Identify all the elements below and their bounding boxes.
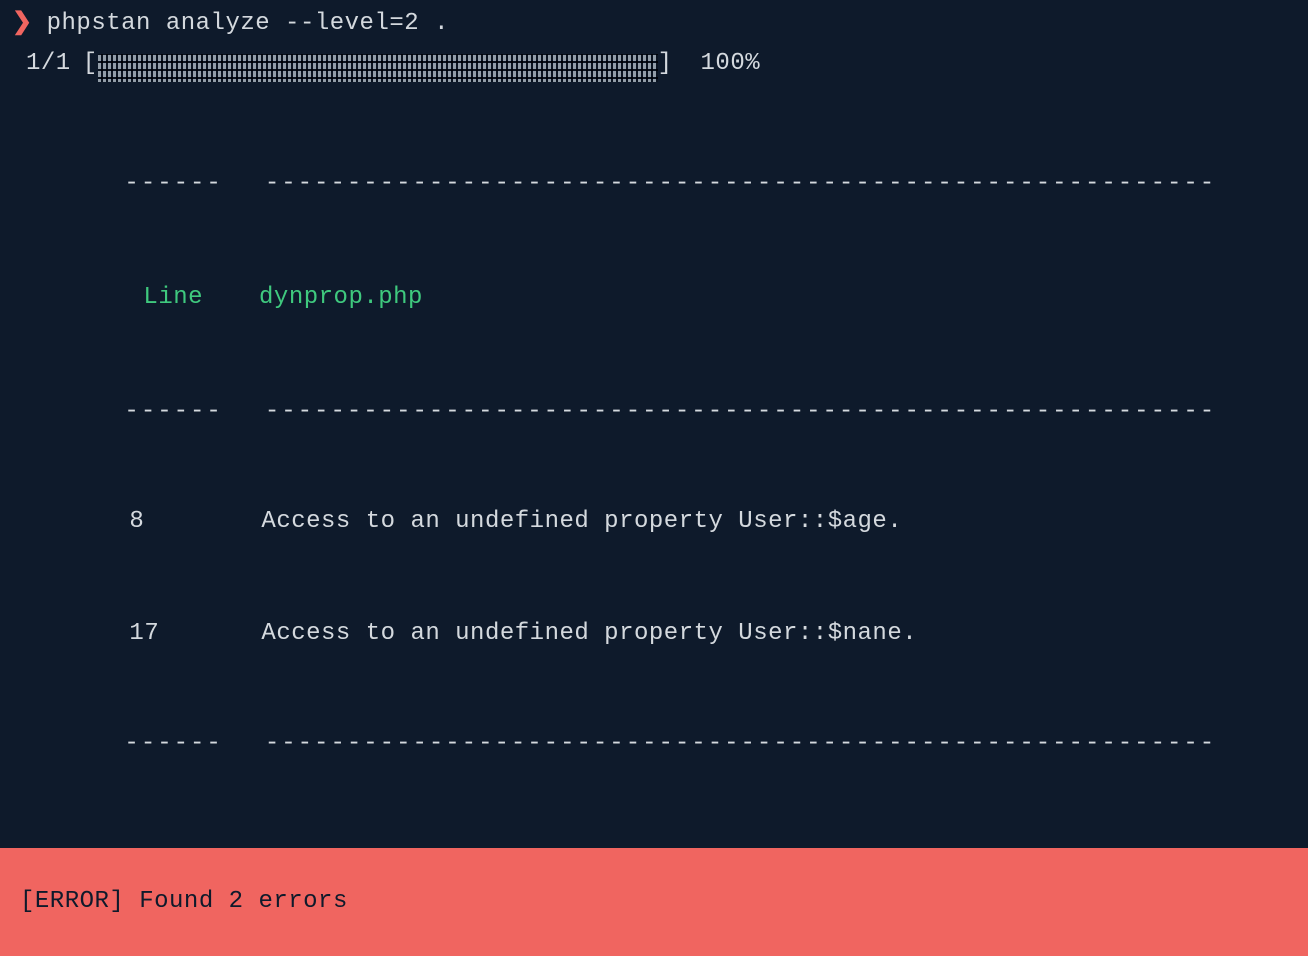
error-table: ----------------------------------------…	[12, 130, 1296, 798]
divider-top: ----------------------------------------…	[26, 130, 1296, 238]
progress-percent: 100%	[701, 46, 761, 82]
row-line-number: 8	[129, 504, 239, 540]
table-row: 8 Access to an undefined property User::$…	[26, 466, 1296, 578]
row-message: Access to an undefined property User::$n…	[261, 616, 917, 652]
table-header: Line dynprop.php	[26, 238, 1296, 358]
table-row: 17 Access to an undefined property User::…	[26, 578, 1296, 690]
header-line: Line	[143, 280, 203, 316]
row-message: Access to an undefined property User::$a…	[261, 504, 902, 540]
progress-bar: [ ]	[83, 46, 673, 82]
prompt-symbol: ❯	[12, 6, 33, 42]
divider-bottom: ----------------------------------------…	[26, 690, 1296, 798]
error-text: [ERROR] Found 2 errors	[20, 888, 348, 915]
bracket-close: ]	[658, 46, 673, 82]
header-file: dynprop.php	[259, 280, 423, 316]
progress-fill	[98, 54, 658, 82]
command-line[interactable]: ❯ phpstan analyze --level=2 .	[12, 6, 1296, 42]
command-text: phpstan analyze --level=2 .	[47, 6, 449, 42]
progress-line: 1/1 [ ] 100%	[12, 46, 1296, 82]
divider-mid: ----------------------------------------…	[26, 358, 1296, 466]
terminal-output: ❯ phpstan analyze --level=2 . 1/1 [ ] 10…	[0, 0, 1308, 798]
bracket-open: [	[83, 46, 98, 82]
error-banner: [ERROR] Found 2 errors	[0, 848, 1308, 956]
row-line-number: 17	[129, 616, 239, 652]
progress-count: 1/1	[26, 46, 71, 82]
